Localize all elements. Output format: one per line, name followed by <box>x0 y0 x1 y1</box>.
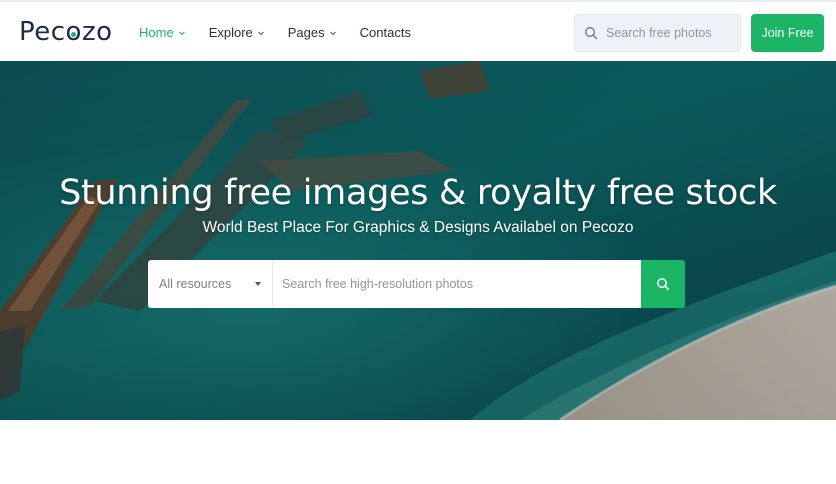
logo-text-end: zo <box>81 17 113 47</box>
chevron-down-icon <box>178 31 185 35</box>
nav-item-explore[interactable]: Explore <box>209 25 266 40</box>
logo-text-start: Pec <box>19 17 66 47</box>
nav-item-label: Contacts <box>359 25 411 40</box>
search-icon <box>585 27 598 40</box>
nav-search-box[interactable] <box>574 14 741 52</box>
logo[interactable]: Pecozo <box>19 16 113 48</box>
chevron-down-icon <box>329 31 336 35</box>
resource-select[interactable]: All resources <box>148 260 273 308</box>
hero-search-input[interactable] <box>273 260 641 308</box>
nav-item-label: Explore <box>208 25 253 40</box>
hero-subtitle: World Best Place For Graphics & Designs … <box>202 219 634 236</box>
join-free-button[interactable]: Join Free <box>751 14 824 52</box>
hero-search-bar: All resources <box>148 260 685 308</box>
logo-text-accent: o <box>65 17 82 47</box>
search-icon <box>657 278 670 291</box>
hero-title: Stunning free images & royalty free stoc… <box>59 173 777 213</box>
resource-select-value: All resources <box>159 277 232 291</box>
main-nav: Home Explore Pages Contacts <box>139 2 433 63</box>
nav-item-home[interactable]: Home <box>139 25 187 40</box>
hero-background-image <box>0 61 836 420</box>
caret-down-icon <box>255 282 261 286</box>
nav-item-pages[interactable]: Pages <box>288 25 338 40</box>
nav-item-label: Home <box>139 25 174 40</box>
chevron-down-icon <box>257 31 264 35</box>
nav-item-contacts[interactable]: Contacts <box>360 25 411 40</box>
nav-search-input[interactable] <box>606 26 736 40</box>
hero-section: Stunning free images & royalty free stoc… <box>0 61 836 420</box>
navbar: Pecozo Home Explore Pages Contacts Join … <box>0 0 836 61</box>
nav-item-label: Pages <box>287 25 325 40</box>
hero-search-button[interactable] <box>641 260 685 308</box>
